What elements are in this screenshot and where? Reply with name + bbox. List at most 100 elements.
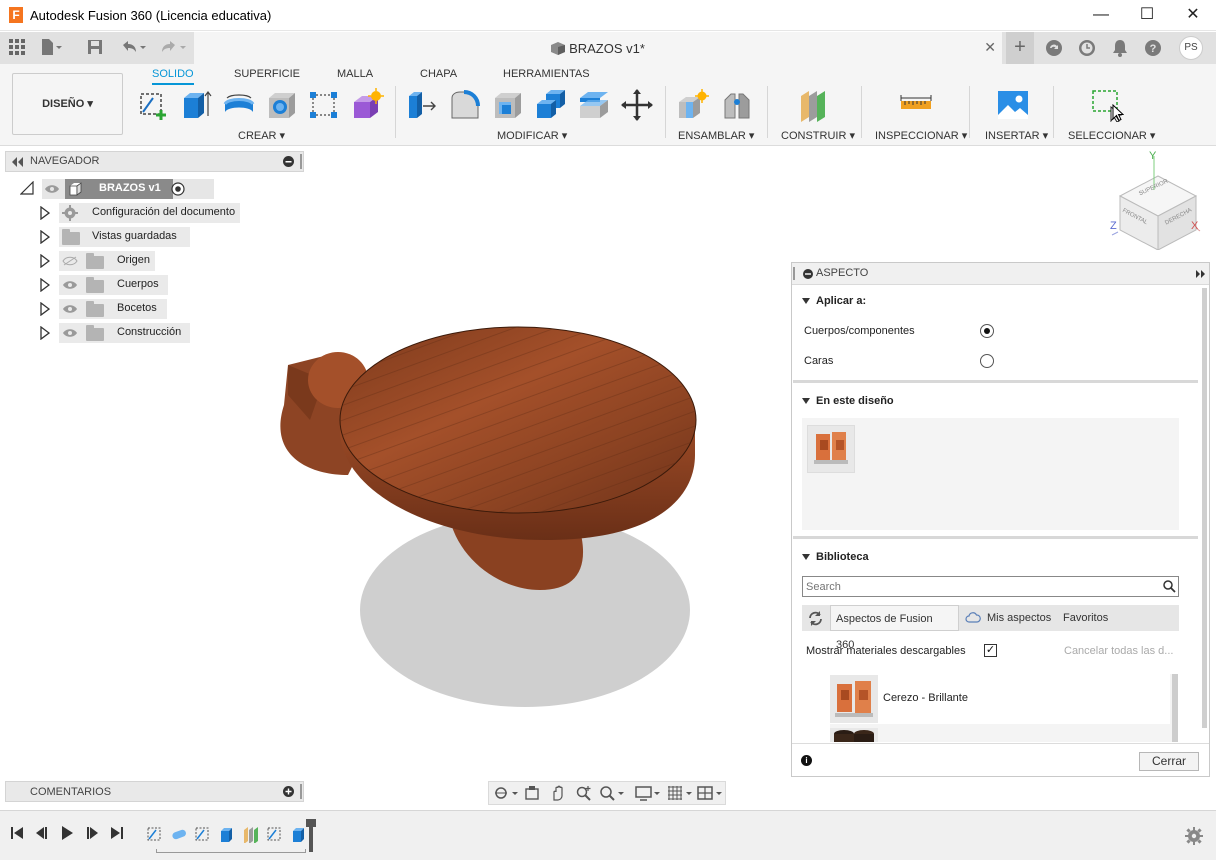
save-icon[interactable] bbox=[86, 39, 104, 57]
tab-fusion-appearances[interactable]: Aspectos de Fusion 360 bbox=[830, 605, 959, 651]
navigator-header[interactable]: NAVEGADOR bbox=[5, 151, 304, 172]
section-collapse-icon[interactable] bbox=[802, 398, 810, 404]
section-collapse-icon[interactable] bbox=[802, 298, 810, 304]
new-component-icon[interactable] bbox=[676, 88, 710, 122]
insert-image-icon[interactable] bbox=[996, 88, 1030, 122]
previous-step-icon[interactable] bbox=[33, 825, 51, 845]
cancel-all-downloads-link[interactable]: Cancelar todas las d... bbox=[1064, 645, 1173, 657]
notifications-bell-icon[interactable] bbox=[1111, 39, 1129, 57]
navigator-item-construction[interactable]: Construcción bbox=[38, 323, 198, 343]
timeline-sketch-icon[interactable] bbox=[194, 825, 212, 843]
timeline-extrude-icon[interactable] bbox=[290, 825, 308, 843]
option-bodies-radio[interactable] bbox=[980, 324, 994, 338]
offset-face-icon[interactable] bbox=[577, 88, 611, 122]
option-faces-radio[interactable] bbox=[980, 354, 994, 368]
info-icon[interactable]: i bbox=[801, 755, 812, 766]
pan-hand-icon[interactable] bbox=[549, 785, 567, 801]
move-copy-icon[interactable] bbox=[620, 88, 654, 122]
combine-icon[interactable] bbox=[534, 88, 568, 122]
group-inspeccionar[interactable]: INSPECCIONAR ▾ bbox=[875, 129, 967, 142]
refresh-button[interactable] bbox=[802, 605, 830, 631]
tab-superficie[interactable]: SUPERFICIE bbox=[234, 68, 300, 80]
press-pull-icon[interactable] bbox=[405, 88, 439, 122]
maximize-button[interactable]: ☐ bbox=[1124, 0, 1170, 31]
offset-plane-icon[interactable] bbox=[797, 88, 831, 122]
app-grid-icon[interactable] bbox=[8, 39, 26, 57]
timeline-marker[interactable] bbox=[306, 819, 316, 852]
timeline-sketch-icon[interactable] bbox=[266, 825, 284, 843]
next-step-icon[interactable] bbox=[83, 825, 101, 845]
group-crear[interactable]: CREAR ▾ bbox=[238, 129, 285, 142]
fit-zoom-icon[interactable] bbox=[599, 785, 624, 801]
file-menu-icon[interactable] bbox=[40, 39, 62, 57]
view-cube[interactable]: Y Z X SUPERIOR FRONTAL DERECHA bbox=[1108, 150, 1208, 251]
timeline-plane-icon[interactable] bbox=[242, 825, 260, 844]
revolve-icon[interactable] bbox=[222, 88, 256, 122]
close-window-button[interactable]: ✕ bbox=[1170, 0, 1216, 31]
user-avatar[interactable]: PS bbox=[1179, 36, 1203, 60]
library-item-thumbnail[interactable] bbox=[830, 728, 878, 742]
timeline-extrude-icon[interactable] bbox=[218, 825, 236, 843]
go-to-start-icon[interactable] bbox=[8, 825, 26, 845]
display-settings-icon[interactable] bbox=[635, 785, 660, 801]
timeline-pipe-icon[interactable] bbox=[170, 825, 188, 843]
navigator-item-config[interactable]: Configuración del documento bbox=[38, 203, 248, 223]
help-icon[interactable]: ? bbox=[1144, 39, 1162, 57]
tab-herramientas[interactable]: HERRAMIENTAS bbox=[503, 68, 590, 80]
group-construir[interactable]: CONSTRUIR ▾ bbox=[781, 129, 855, 142]
joint-icon[interactable] bbox=[720, 88, 754, 122]
tab-my-appearances[interactable]: Mis aspectos bbox=[982, 605, 1056, 631]
library-scrollbar[interactable] bbox=[1172, 674, 1178, 742]
show-downloadable-checkbox[interactable]: ✓ bbox=[984, 644, 997, 657]
tab-chapa[interactable]: CHAPA bbox=[420, 68, 457, 80]
hole-icon[interactable] bbox=[265, 88, 299, 122]
group-ensamblar[interactable]: ENSAMBLAR ▾ bbox=[678, 129, 754, 142]
library-search-field[interactable] bbox=[802, 576, 1179, 597]
navigator-root-row[interactable]: BRAZOS v1 bbox=[20, 179, 214, 199]
workspace-switcher-button[interactable]: DISEÑO ▾ bbox=[12, 73, 123, 135]
timeline-settings-gear-icon[interactable] bbox=[1184, 827, 1204, 847]
minimize-button[interactable]: — bbox=[1078, 0, 1124, 31]
orbit-icon[interactable] bbox=[493, 785, 518, 801]
extrude-icon[interactable] bbox=[179, 88, 213, 122]
group-insertar[interactable]: INSERTAR ▾ bbox=[985, 129, 1048, 142]
create-sketch-icon[interactable] bbox=[137, 88, 171, 122]
go-to-end-icon[interactable] bbox=[108, 825, 126, 845]
navigator-item-sketches[interactable]: Bocetos bbox=[38, 299, 178, 319]
data-panel-icon[interactable] bbox=[1045, 39, 1063, 57]
navigator-item-saved-views[interactable]: Vistas guardadas bbox=[38, 227, 198, 247]
undo-icon[interactable] bbox=[120, 39, 146, 57]
navigator-item-bodies[interactable]: Cuerpos bbox=[38, 275, 178, 295]
library-search-input[interactable] bbox=[803, 577, 1143, 596]
section-collapse-icon[interactable] bbox=[802, 554, 810, 560]
navigator-item-origin[interactable]: Origen bbox=[38, 251, 168, 271]
new-tab-button[interactable]: + bbox=[1006, 32, 1034, 64]
design-appearance-thumbnail[interactable] bbox=[807, 425, 855, 473]
job-status-icon[interactable] bbox=[1078, 39, 1096, 57]
document-tab[interactable]: BRAZOS v1* ✕ bbox=[194, 32, 1002, 64]
grid-settings-icon[interactable] bbox=[667, 785, 692, 801]
list-item[interactable]: Cerezo - Brillante bbox=[830, 674, 1170, 724]
tab-malla[interactable]: MALLA bbox=[337, 68, 373, 80]
close-button[interactable]: Cerrar bbox=[1139, 752, 1199, 771]
shell-icon[interactable] bbox=[491, 88, 525, 122]
comments-header[interactable]: COMENTARIOS bbox=[5, 781, 304, 802]
3d-model-viewport[interactable] bbox=[270, 320, 710, 720]
create-form-icon[interactable] bbox=[350, 88, 384, 122]
group-seleccionar[interactable]: SELECCIONAR ▾ bbox=[1068, 129, 1155, 142]
appearance-panel-header[interactable]: ASPECTO bbox=[792, 263, 1209, 285]
panel-scrollbar[interactable] bbox=[1202, 288, 1207, 728]
panel-resize-handle[interactable] bbox=[793, 267, 795, 280]
tab-solido[interactable]: SOLIDO bbox=[152, 68, 194, 85]
group-modificar[interactable]: MODIFICAR ▾ bbox=[497, 129, 567, 142]
measure-icon[interactable] bbox=[899, 88, 933, 122]
timeline-sketch-icon[interactable] bbox=[146, 825, 164, 843]
close-tab-icon[interactable]: ✕ bbox=[984, 39, 996, 56]
play-icon[interactable] bbox=[58, 825, 76, 845]
viewports-icon[interactable] bbox=[697, 785, 722, 801]
fillet-icon[interactable] bbox=[448, 88, 482, 122]
pattern-icon[interactable] bbox=[307, 88, 341, 122]
tab-favorites[interactable]: Favoritos bbox=[1058, 605, 1113, 631]
redo-icon[interactable] bbox=[160, 39, 186, 57]
comments-resize-handle[interactable] bbox=[300, 784, 302, 799]
